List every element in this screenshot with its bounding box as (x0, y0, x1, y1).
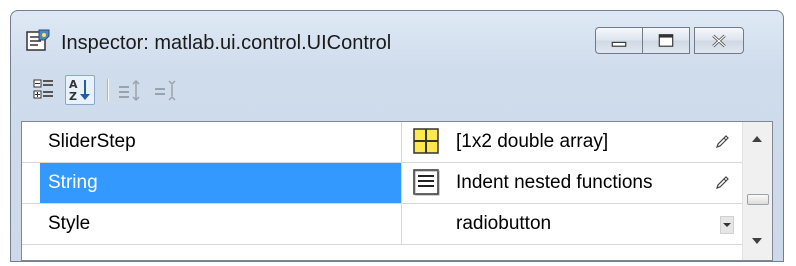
scrollbar-thumb[interactable] (747, 194, 769, 205)
inspector-window: Inspector: matlab.ui.control.UIControl A… (10, 10, 784, 262)
row-gutter (22, 163, 40, 203)
property-grid: SliderStep [1x2 double array] String Ind… (21, 121, 773, 261)
svg-text:Z: Z (69, 90, 77, 103)
minimize-button[interactable] (595, 27, 643, 54)
toolbar-separator (107, 79, 109, 101)
property-row-sliderstep[interactable]: SliderStep [1x2 double array] (22, 122, 742, 163)
maximize-icon (658, 34, 674, 47)
row-gutter (22, 122, 40, 162)
close-icon (712, 34, 726, 48)
collapse-all-icon (155, 80, 176, 101)
property-row-string[interactable]: String Indent nested functions (22, 163, 742, 204)
pencil-icon[interactable] (714, 134, 730, 150)
expand-all-button[interactable] (115, 75, 145, 105)
property-name[interactable]: String (40, 163, 402, 203)
chevron-down-icon (723, 223, 731, 227)
text-editor-icon (413, 169, 440, 196)
scroll-down-arrow[interactable] (752, 238, 762, 244)
minimize-icon (611, 41, 627, 47)
property-value[interactable]: radiobutton (446, 204, 742, 244)
vertical-scrollbar[interactable] (742, 122, 772, 260)
collapse-all-button[interactable] (151, 75, 181, 105)
row-gutter (22, 204, 40, 244)
array-editor-button[interactable] (402, 122, 446, 162)
sort-alphabetically-button[interactable]: A Z (65, 75, 95, 105)
property-name[interactable]: Style (40, 204, 402, 244)
maximize-button[interactable] (642, 27, 690, 54)
pencil-icon[interactable] (714, 175, 730, 191)
dropdown-button[interactable] (720, 216, 734, 234)
text-editor-button[interactable] (402, 163, 446, 203)
scroll-up-arrow[interactable] (752, 136, 762, 142)
close-button[interactable] (694, 27, 744, 54)
array-editor-icon (413, 128, 439, 154)
categorize-button[interactable] (29, 75, 59, 105)
empty-editor-cell (402, 204, 446, 244)
window-title: Inspector: matlab.ui.control.UIControl (61, 32, 392, 54)
property-value[interactable]: [1x2 double array] (446, 122, 742, 162)
property-row-style[interactable]: Style radiobutton (22, 204, 742, 245)
property-value[interactable]: Indent nested functions (446, 163, 742, 203)
expand-all-icon (119, 79, 140, 102)
inspector-toolbar: A Z (19, 69, 775, 115)
inspector-app-icon (26, 29, 50, 51)
categorize-icon (33, 79, 53, 99)
property-name[interactable]: SliderStep (40, 122, 402, 162)
sort-alphabetically-icon: A Z (69, 78, 90, 103)
title-bar[interactable]: Inspector: matlab.ui.control.UIControl (11, 11, 783, 73)
